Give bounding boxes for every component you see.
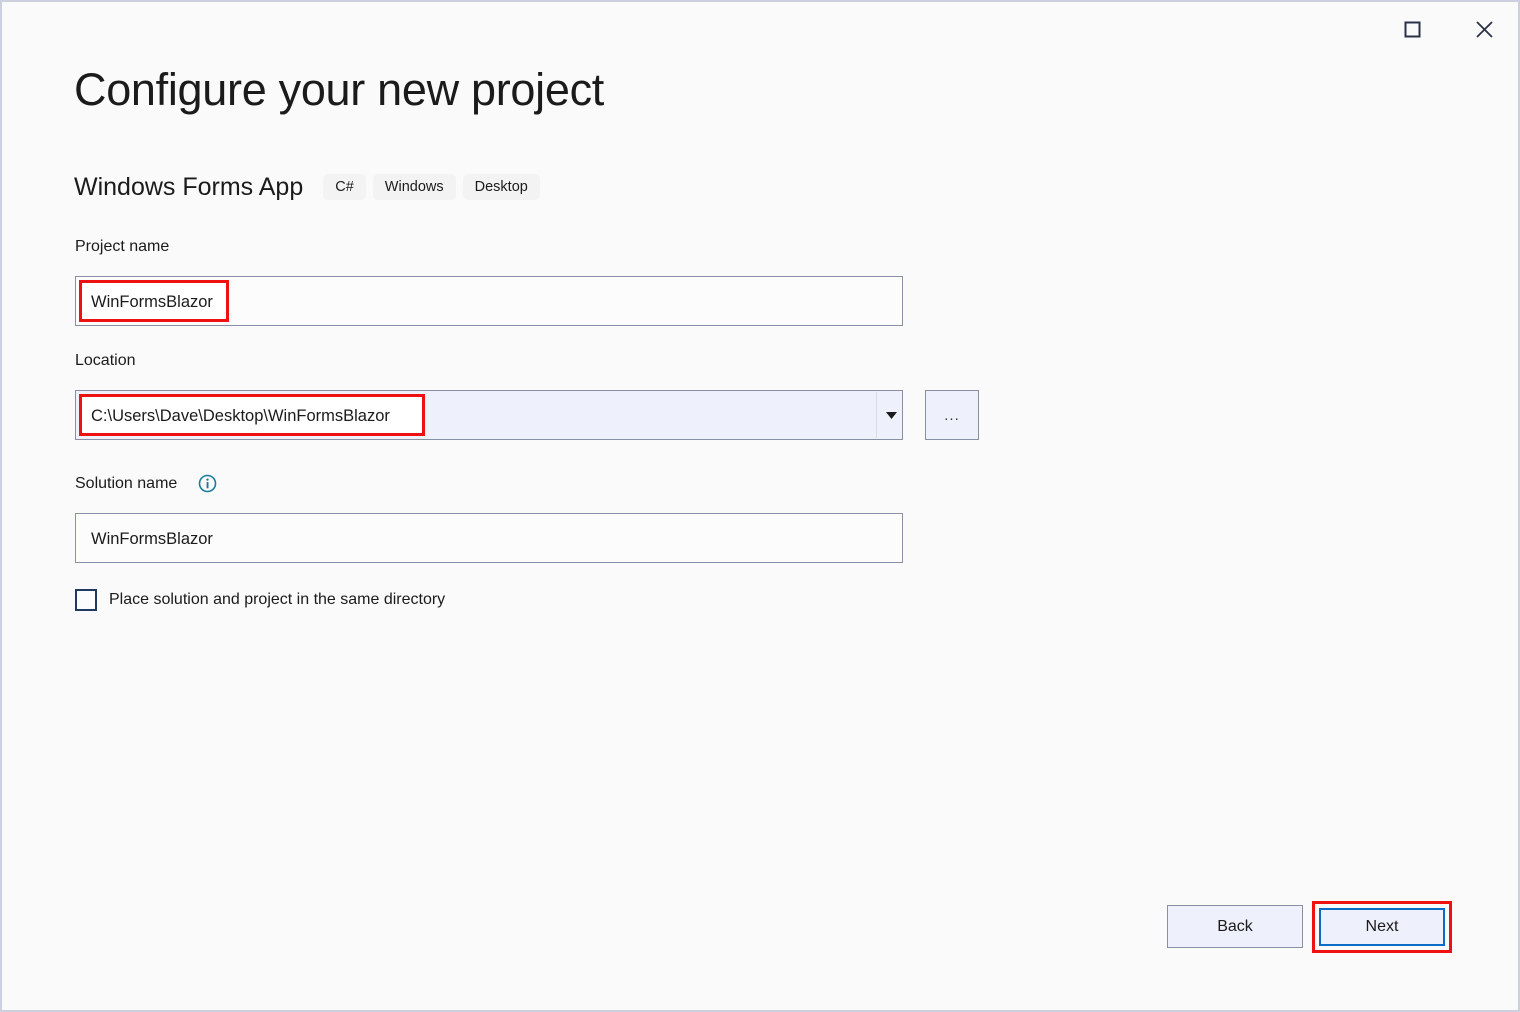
configure-project-dialog: Configure your new project Windows Forms… xyxy=(0,0,1520,1012)
project-name-label: Project name xyxy=(75,238,169,256)
same-directory-checkbox[interactable] xyxy=(75,589,97,611)
solution-name-value: WinFormsBlazor xyxy=(91,530,213,549)
location-label: Location xyxy=(75,352,136,370)
chevron-down-icon[interactable] xyxy=(883,407,899,423)
page-title: Configure your new project xyxy=(74,64,604,116)
tag-platform: Windows xyxy=(373,174,456,201)
browse-button[interactable]: ... xyxy=(925,390,979,440)
same-directory-checkbox-row[interactable]: Place solution and project in the same d… xyxy=(75,586,445,614)
location-value: C:\Users\Dave\Desktop\WinFormsBlazor xyxy=(91,407,390,426)
tag-project-type: Desktop xyxy=(463,174,540,201)
next-button[interactable]: Next xyxy=(1319,908,1445,946)
template-name: Windows Forms App xyxy=(74,173,303,202)
same-directory-checkbox-label: Place solution and project in the same d… xyxy=(109,591,445,609)
info-icon[interactable] xyxy=(198,474,217,493)
template-summary: Windows Forms App C# Windows Desktop xyxy=(74,170,547,204)
project-name-value: WinFormsBlazor xyxy=(91,293,213,312)
combobox-divider xyxy=(876,392,877,438)
back-button[interactable]: Back xyxy=(1167,905,1303,948)
title-bar xyxy=(2,2,1518,54)
tag-language: C# xyxy=(323,174,366,201)
solution-name-label: Solution name xyxy=(75,475,177,493)
close-button[interactable] xyxy=(1461,6,1507,52)
maximize-button[interactable] xyxy=(1389,6,1435,52)
